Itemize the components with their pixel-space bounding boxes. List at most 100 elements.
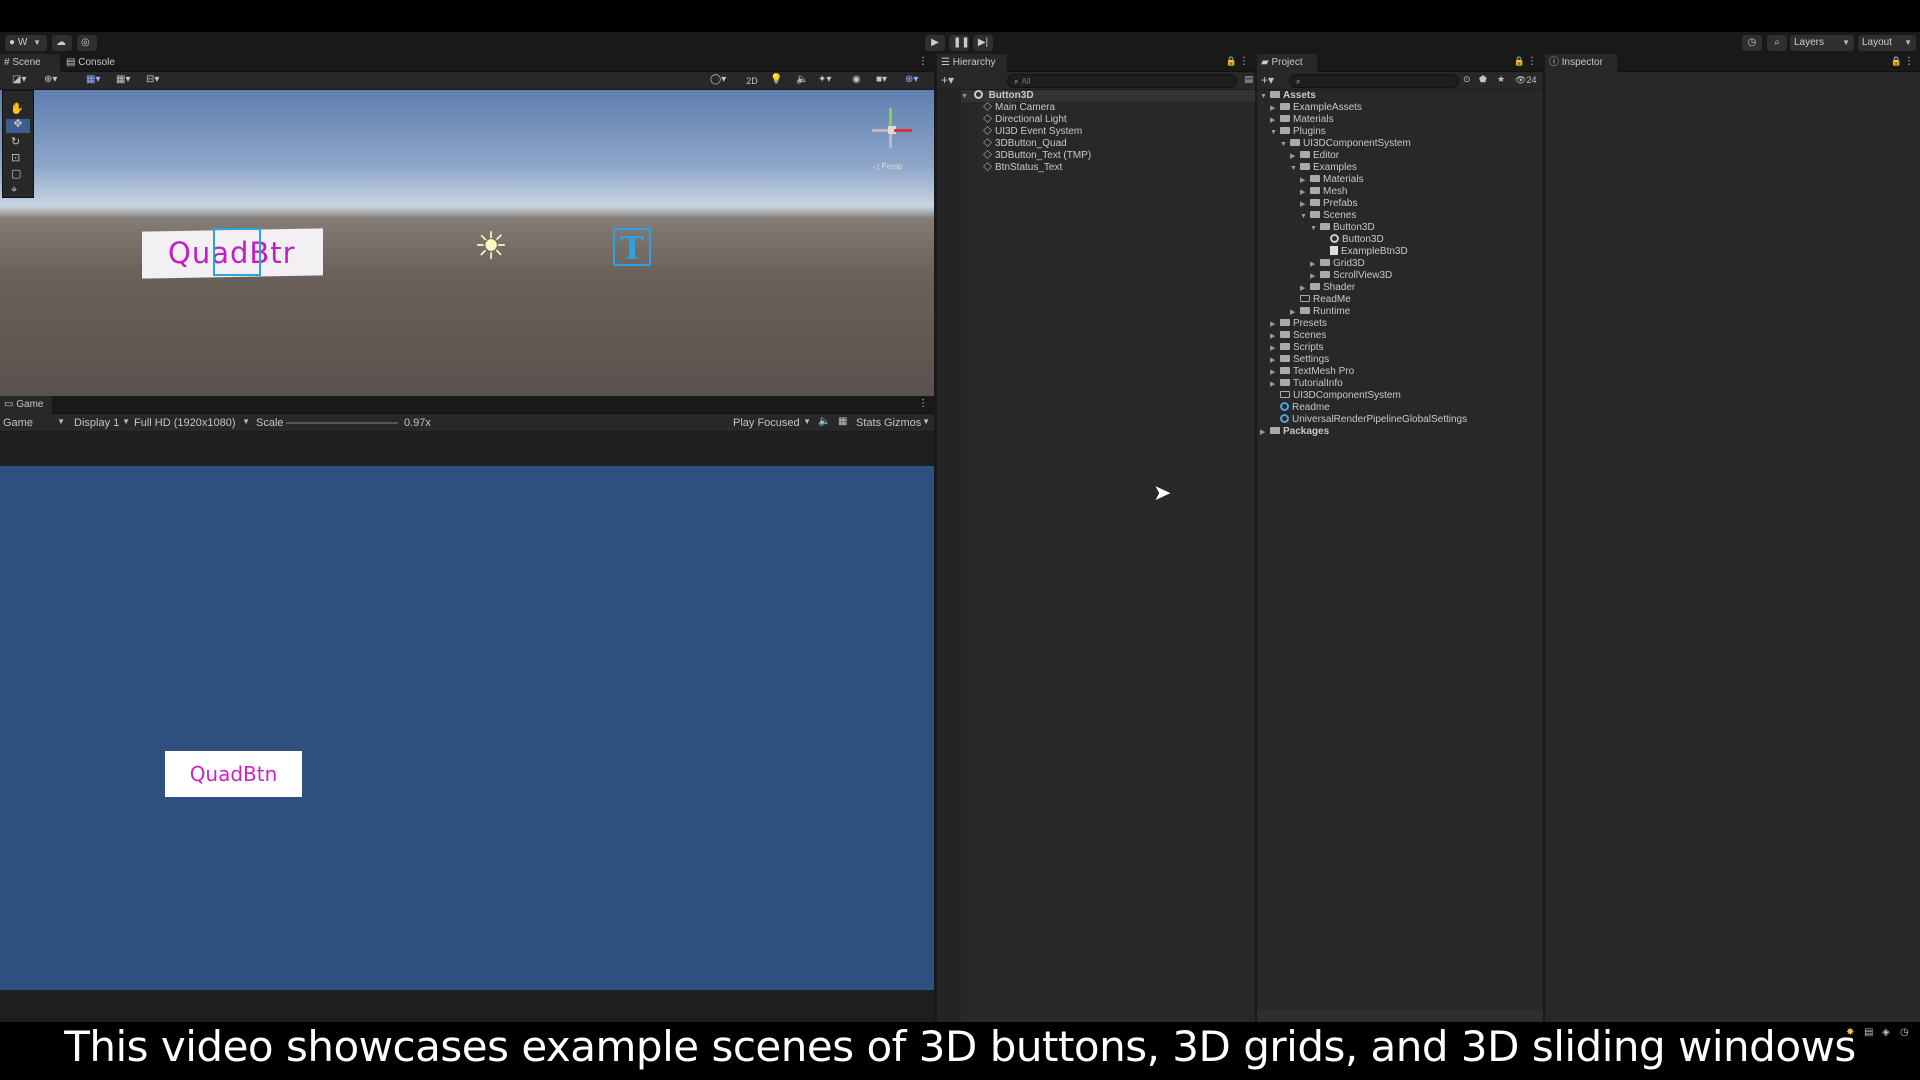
- project-tree-item[interactable]: ▶ Scripts: [1270, 342, 1324, 354]
- play-button[interactable]: ▶: [925, 35, 945, 51]
- kebab-menu-icon[interactable]: ⋮: [918, 56, 928, 67]
- hierarchy-item[interactable]: Directional Light: [983, 114, 1067, 126]
- project-tree-item[interactable]: ▼ Button3D: [1310, 222, 1375, 234]
- game-viewport[interactable]: QuadBtn: [0, 466, 934, 990]
- hierarchy-item[interactable]: 3DButton_Text (TMP): [983, 150, 1091, 162]
- directional-light-icon[interactable]: ☀: [474, 228, 508, 266]
- game-quad-button[interactable]: QuadBtn: [165, 751, 302, 797]
- tab-scene[interactable]: # Scene: [0, 54, 60, 72]
- project-tree-item[interactable]: ▼ Assets: [1260, 90, 1316, 102]
- hierarchy-item[interactable]: UI3D Event System: [983, 126, 1082, 138]
- align-icon[interactable]: ⊟▾: [146, 75, 159, 85]
- rotate-tool-icon[interactable]: ↻: [11, 137, 20, 148]
- project-tree-item[interactable]: ▶ Settings: [1270, 354, 1329, 366]
- camera-icon[interactable]: ■▾: [876, 75, 887, 85]
- scene-viewport[interactable]: ✋ ✥ ↻ ⊡ ▢ ⌖ QuadBtr ☀ T ◁ Persp: [0, 90, 934, 396]
- project-tree-item[interactable]: ▶ Prefabs: [1300, 198, 1357, 210]
- hand-tool-icon[interactable]: ✋: [10, 104, 24, 115]
- project-tree-item[interactable]: Button3D: [1330, 234, 1384, 246]
- move-tool-icon[interactable]: ✥: [6, 119, 30, 133]
- lock-icon[interactable]: 🔒: [1226, 57, 1237, 66]
- project-tree-item[interactable]: ▶ Shader: [1300, 282, 1355, 294]
- scale-slider[interactable]: [286, 422, 398, 424]
- project-tree-item[interactable]: UI3DComponentSystem: [1270, 390, 1401, 402]
- account-dropdown[interactable]: ● W ▼: [5, 35, 47, 51]
- search-by-label-icon[interactable]: ⬟: [1479, 75, 1487, 84]
- project-tree-item[interactable]: ▶ Materials: [1300, 174, 1364, 186]
- project-tree-item[interactable]: Readme: [1270, 402, 1330, 414]
- project-tree-item[interactable]: ▶ Editor: [1290, 150, 1339, 162]
- rect-tool-icon[interactable]: ▢: [11, 169, 21, 180]
- snap-increment-icon[interactable]: ▦▾: [116, 75, 130, 85]
- audio-icon[interactable]: 🔈: [796, 75, 808, 85]
- tab-project[interactable]: ▰ Project: [1257, 54, 1317, 72]
- stats-button[interactable]: Stats: [856, 417, 881, 429]
- transform-tool-icon[interactable]: ⌖: [11, 185, 17, 196]
- tab-inspector[interactable]: ⓘ Inspector: [1545, 54, 1617, 72]
- orientation-gizmo[interactable]: [866, 98, 916, 158]
- project-tree-item[interactable]: ▼ UI3DComponentSystem: [1280, 138, 1411, 150]
- favorites-icon[interactable]: ★: [1497, 75, 1505, 84]
- collab-button[interactable]: ◎: [77, 35, 97, 51]
- project-tree-item[interactable]: ▶ ExampleAssets: [1270, 102, 1362, 114]
- mute-audio-icon[interactable]: 🔈: [818, 417, 830, 427]
- search-by-type-icon[interactable]: ⊙: [1463, 75, 1471, 84]
- kebab-menu-icon[interactable]: ⋮: [1527, 56, 1537, 67]
- project-search-input[interactable]: ⌕: [1289, 74, 1459, 88]
- view-select[interactable]: Game ▼: [3, 417, 65, 429]
- project-tree-item[interactable]: ReadMe: [1290, 294, 1351, 306]
- tab-console[interactable]: ▤ Console: [62, 54, 126, 72]
- search-options-icon[interactable]: ▤: [1244, 75, 1253, 84]
- gizmos-icon[interactable]: ⊕▾: [905, 75, 918, 85]
- search-button[interactable]: ⌕: [1767, 35, 1787, 51]
- grid-snap-icon[interactable]: ▦▾: [86, 75, 100, 85]
- hierarchy-item[interactable]: BtnStatus_Text: [983, 162, 1062, 174]
- render-mode-icon[interactable]: ◯▾: [710, 75, 726, 85]
- kebab-menu-icon[interactable]: ⋮: [1904, 56, 1914, 67]
- kebab-menu-icon[interactable]: ⋮: [918, 398, 928, 409]
- project-tree-item[interactable]: ▼ Examples: [1290, 162, 1357, 174]
- tmp-text-icon[interactable]: T: [613, 228, 651, 266]
- tab-hierarchy[interactable]: ☰ Hierarchy: [937, 54, 1007, 72]
- project-tree-item[interactable]: ▶ ScrollView3D: [1310, 270, 1392, 282]
- display-select[interactable]: Display 1 ▼: [74, 417, 130, 429]
- hierarchy-scene-row[interactable]: ▼ Button3D: [961, 90, 1255, 102]
- shortcuts-icon[interactable]: ▦: [838, 417, 847, 427]
- project-tree-item[interactable]: ▶ Packages: [1260, 426, 1329, 438]
- project-tree-item[interactable]: ▶ TutorialInfo: [1270, 378, 1343, 390]
- resolution-select[interactable]: Full HD (1920x1080) ▼: [134, 417, 250, 429]
- project-tree-item[interactable]: ▶ Runtime: [1290, 306, 1350, 318]
- persp-label[interactable]: ◁ Persp: [873, 162, 902, 171]
- lighting-icon[interactable]: 💡: [770, 75, 782, 85]
- history-button[interactable]: ◷: [1742, 35, 1762, 51]
- project-tree-item[interactable]: ▼ Scenes: [1300, 210, 1356, 222]
- scale-tool-icon[interactable]: ⊡: [11, 153, 20, 164]
- project-scrollbar[interactable]: [1257, 1010, 1543, 1022]
- cloud-button[interactable]: ☁: [52, 35, 72, 51]
- project-tree-item[interactable]: UniversalRenderPipelineGlobalSettings: [1270, 414, 1467, 426]
- project-tree-item[interactable]: ▶ Materials: [1270, 114, 1334, 126]
- project-tree-item[interactable]: ▶ Presets: [1270, 318, 1327, 330]
- draw-mode-icon[interactable]: ⊕▾: [44, 75, 57, 85]
- project-tree-item[interactable]: ▶ TextMesh Pro: [1270, 366, 1354, 378]
- shading-mode-icon[interactable]: ◪▾: [12, 75, 26, 85]
- toggle-2d-button[interactable]: 2D: [742, 74, 762, 88]
- hierarchy-search-input[interactable]: ⌕ All: [1007, 74, 1237, 88]
- step-button[interactable]: ▶|: [973, 35, 993, 51]
- project-tree-item[interactable]: ▶ Grid3D: [1310, 258, 1365, 270]
- project-tree-item[interactable]: ExampleBtn3D: [1330, 246, 1408, 258]
- effects-icon[interactable]: ✦▾: [818, 75, 831, 85]
- layout-dropdown[interactable]: Layout ▼: [1858, 35, 1916, 51]
- hidden-objects-icon[interactable]: ◉: [852, 75, 861, 85]
- add-icon[interactable]: +▾: [941, 74, 954, 86]
- hierarchy-item[interactable]: Main Camera: [983, 102, 1055, 114]
- kebab-menu-icon[interactable]: ⋮: [1239, 56, 1249, 67]
- lock-icon[interactable]: 🔒: [1514, 57, 1525, 66]
- lock-icon[interactable]: 🔒: [1891, 57, 1902, 66]
- project-tree-item[interactable]: ▶ Mesh: [1300, 186, 1347, 198]
- layers-dropdown[interactable]: Layers ▼: [1790, 35, 1854, 51]
- add-icon[interactable]: +▾: [1261, 74, 1274, 86]
- project-tree-item[interactable]: ▶ Scenes: [1270, 330, 1326, 342]
- hidden-packages-icon[interactable]: 👁24: [1515, 75, 1536, 86]
- play-focused-select[interactable]: Play Focused ▼: [733, 417, 811, 429]
